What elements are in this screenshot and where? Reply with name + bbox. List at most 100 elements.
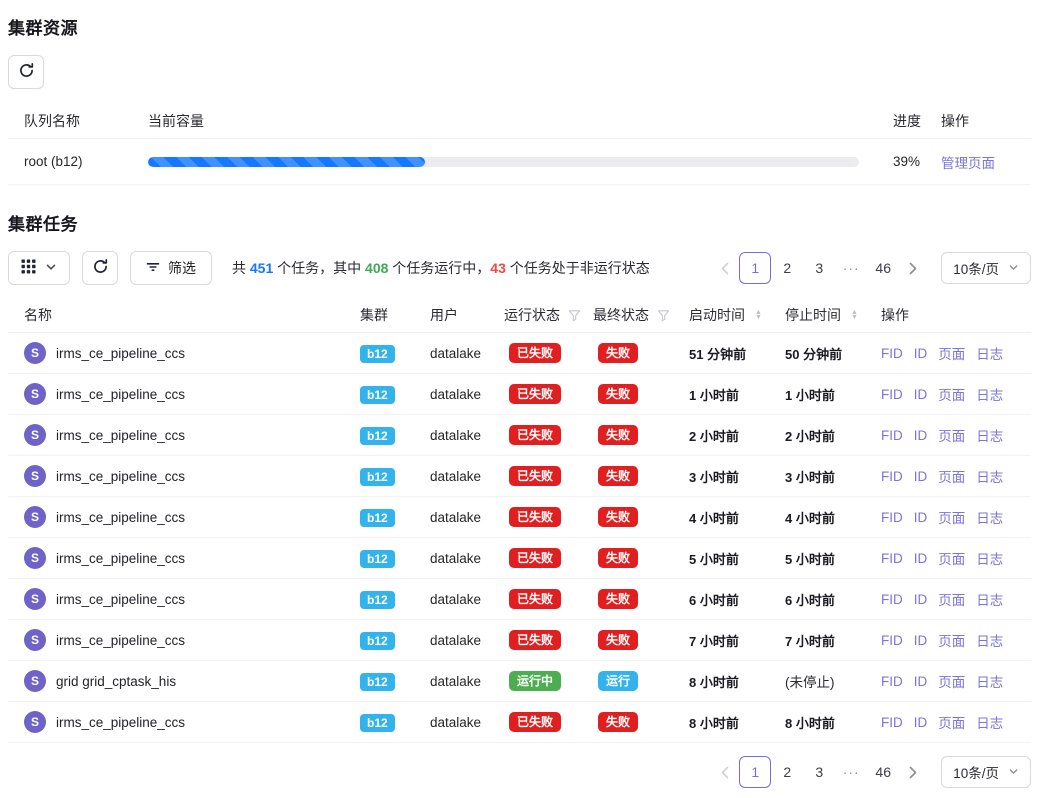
page-size-select[interactable]: 10条/页 [941, 252, 1031, 284]
page-button-46[interactable]: 46 [867, 756, 899, 788]
fid-link[interactable]: FID [881, 715, 903, 730]
refresh-tasks-button[interactable] [82, 251, 118, 285]
id-link[interactable]: ID [914, 428, 928, 443]
user-name: datalake [422, 387, 504, 402]
page-link[interactable]: 页面 [938, 712, 965, 732]
page-link[interactable]: 页面 [938, 343, 965, 363]
start-time: 4 小时前 [681, 508, 785, 527]
id-link[interactable]: ID [914, 510, 928, 525]
tasks-table-header: 名称 集群 用户 运行状态 最终状态 启动时间 ▲▼ 停止时间 ▲▼ 操作 [8, 298, 1031, 333]
id-link[interactable]: ID [914, 346, 928, 361]
id-link[interactable]: ID [914, 592, 928, 607]
id-link[interactable]: ID [914, 715, 928, 730]
page-link[interactable]: 页面 [938, 671, 965, 691]
log-link[interactable]: 日志 [976, 548, 1003, 568]
page-link[interactable]: 页面 [938, 425, 965, 445]
id-link[interactable]: ID [914, 469, 928, 484]
filter-button-label: 筛选 [168, 258, 196, 278]
log-link[interactable]: 日志 [976, 712, 1003, 732]
resource-row-root: root (b12) 39% 管理页面 [8, 139, 1031, 185]
prev-page-button[interactable] [711, 252, 739, 284]
run-status-badge: 已失败 [509, 589, 561, 609]
page-link[interactable]: 页面 [938, 466, 965, 486]
start-time: 1 小时前 [681, 385, 785, 404]
page-button-3[interactable]: 3 [803, 252, 835, 284]
col-actions: 操作 [881, 305, 1031, 325]
log-link[interactable]: 日志 [976, 671, 1003, 691]
user-name: datalake [422, 510, 504, 525]
stop-time: 2 小时前 [785, 426, 881, 445]
page-button-2[interactable]: 2 [771, 252, 803, 284]
fid-link[interactable]: FID [881, 510, 903, 525]
table-row: S irms_ce_pipeline_ccs b12 datalake 已失败 … [8, 456, 1031, 497]
cluster-badge: b12 [360, 714, 395, 732]
page-link[interactable]: 页面 [938, 384, 965, 404]
avatar: S [24, 670, 46, 692]
user-name: datalake [422, 715, 504, 730]
id-link[interactable]: ID [914, 387, 928, 402]
summary-text: 共 [232, 260, 250, 276]
fid-link[interactable]: FID [881, 633, 903, 648]
column-settings-dropdown[interactable] [8, 251, 70, 285]
col-final-status: 最终状态 [593, 305, 649, 325]
task-name: irms_ce_pipeline_ccs [56, 346, 185, 361]
stop-time: 8 小时前 [785, 713, 881, 732]
page-link[interactable]: 页面 [938, 630, 965, 650]
page-button-46[interactable]: 46 [867, 252, 899, 284]
filter-button[interactable]: 筛选 [130, 251, 212, 285]
page-size-select[interactable]: 10条/页 [941, 756, 1031, 788]
log-link[interactable]: 日志 [976, 466, 1003, 486]
final-status-filter-icon[interactable] [657, 309, 670, 322]
id-link[interactable]: ID [914, 674, 928, 689]
user-name: datalake [422, 674, 504, 689]
stop-time-sorter-icon[interactable]: ▲▼ [851, 310, 858, 321]
running-task-count: 408 [365, 260, 388, 276]
fid-link[interactable]: FID [881, 469, 903, 484]
page-button-3[interactable]: 3 [803, 756, 835, 788]
log-link[interactable]: 日志 [976, 343, 1003, 363]
page-button-1[interactable]: 1 [739, 756, 771, 788]
cluster-badge: b12 [360, 632, 395, 650]
fid-link[interactable]: FID [881, 592, 903, 607]
final-status-badge: 失败 [598, 589, 638, 609]
task-summary: 共 451 个任务，其中 408 个任务运行中，43 个任务处于非运行状态 [232, 258, 650, 278]
start-time-sorter-icon[interactable]: ▲▼ [755, 310, 762, 321]
fid-link[interactable]: FID [881, 551, 903, 566]
chevron-down-icon [1008, 765, 1019, 780]
filter-lines-icon [146, 260, 160, 277]
page-button-2[interactable]: 2 [771, 756, 803, 788]
col-progress: 进度 [871, 111, 935, 131]
next-page-button[interactable] [899, 756, 927, 788]
refresh-resources-button[interactable] [8, 55, 44, 89]
chevron-down-icon [1008, 261, 1019, 276]
prev-page-button[interactable] [711, 756, 739, 788]
user-name: datalake [422, 428, 504, 443]
table-row: S irms_ce_pipeline_ccs b12 datalake 已失败 … [8, 579, 1031, 620]
log-link[interactable]: 日志 [976, 589, 1003, 609]
page-link[interactable]: 页面 [938, 548, 965, 568]
next-page-button[interactable] [899, 252, 927, 284]
id-link[interactable]: ID [914, 551, 928, 566]
run-status-filter-icon[interactable] [568, 309, 581, 322]
log-link[interactable]: 日志 [976, 507, 1003, 527]
manage-page-link[interactable]: 管理页面 [941, 156, 995, 171]
fid-link[interactable]: FID [881, 428, 903, 443]
page-ellipsis[interactable]: ··· [835, 252, 867, 284]
fid-link[interactable]: FID [881, 674, 903, 689]
log-link[interactable]: 日志 [976, 384, 1003, 404]
run-status-badge: 已失败 [509, 343, 561, 363]
log-link[interactable]: 日志 [976, 425, 1003, 445]
fid-link[interactable]: FID [881, 346, 903, 361]
table-row: S irms_ce_pipeline_ccs b12 datalake 已失败 … [8, 538, 1031, 579]
run-status-badge: 已失败 [509, 630, 561, 650]
id-link[interactable]: ID [914, 633, 928, 648]
final-status-badge: 失败 [598, 425, 638, 445]
page-link[interactable]: 页面 [938, 507, 965, 527]
page-ellipsis[interactable]: ··· [835, 756, 867, 788]
table-row: S irms_ce_pipeline_ccs b12 datalake 已失败 … [8, 620, 1031, 661]
page-button-1[interactable]: 1 [739, 252, 771, 284]
log-link[interactable]: 日志 [976, 630, 1003, 650]
page-link[interactable]: 页面 [938, 589, 965, 609]
cluster-badge: b12 [360, 345, 395, 363]
fid-link[interactable]: FID [881, 387, 903, 402]
